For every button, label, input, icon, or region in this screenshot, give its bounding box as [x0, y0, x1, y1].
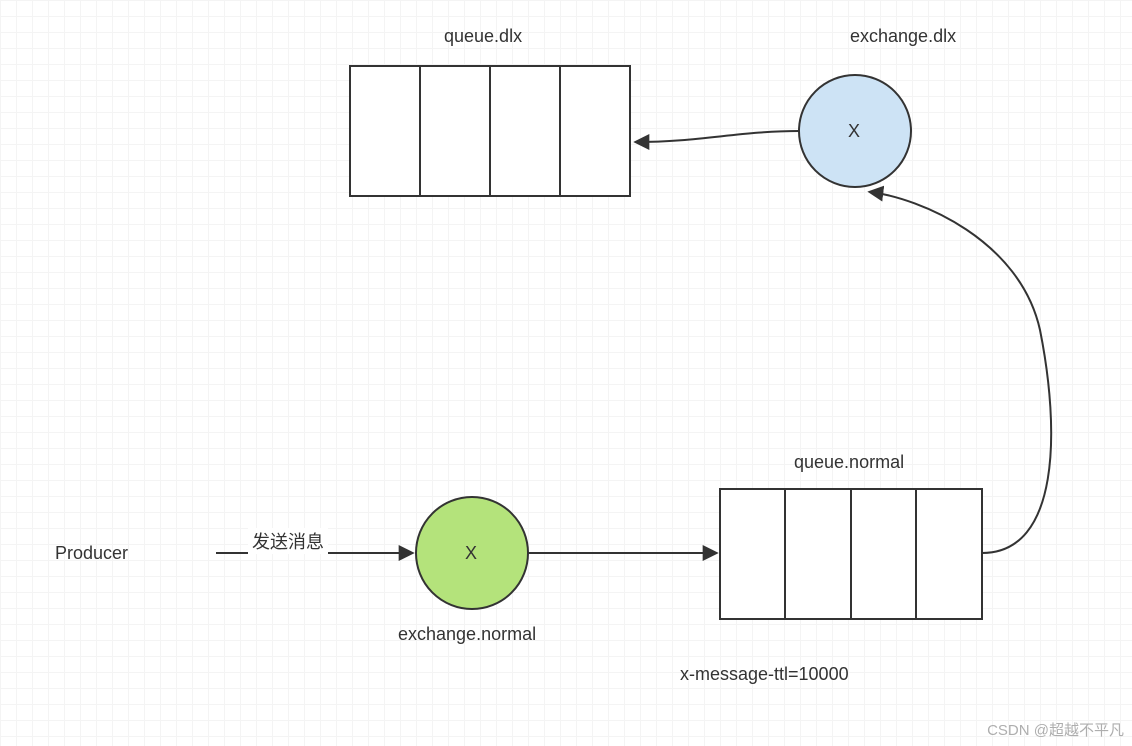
exchange-dlx-symbol: X	[848, 121, 860, 142]
watermark: CSDN @超越不平凡	[987, 719, 1124, 740]
exchange-normal-symbol: X	[465, 543, 477, 564]
exchange-dlx-label: exchange.dlx	[850, 26, 956, 47]
queue-normal-ttl: x-message-ttl=10000	[680, 664, 849, 685]
send-message-label: 发送消息	[248, 528, 328, 554]
queue-normal	[720, 489, 982, 619]
queue-dlx-label: queue.dlx	[444, 26, 522, 47]
diagram-svg	[0, 0, 1132, 746]
arrow-dlx-to-queue	[636, 131, 799, 142]
exchange-normal-label: exchange.normal	[398, 624, 536, 645]
queue-dlx	[350, 66, 630, 196]
queue-normal-label: queue.normal	[794, 452, 904, 473]
producer-label: Producer	[55, 543, 128, 564]
